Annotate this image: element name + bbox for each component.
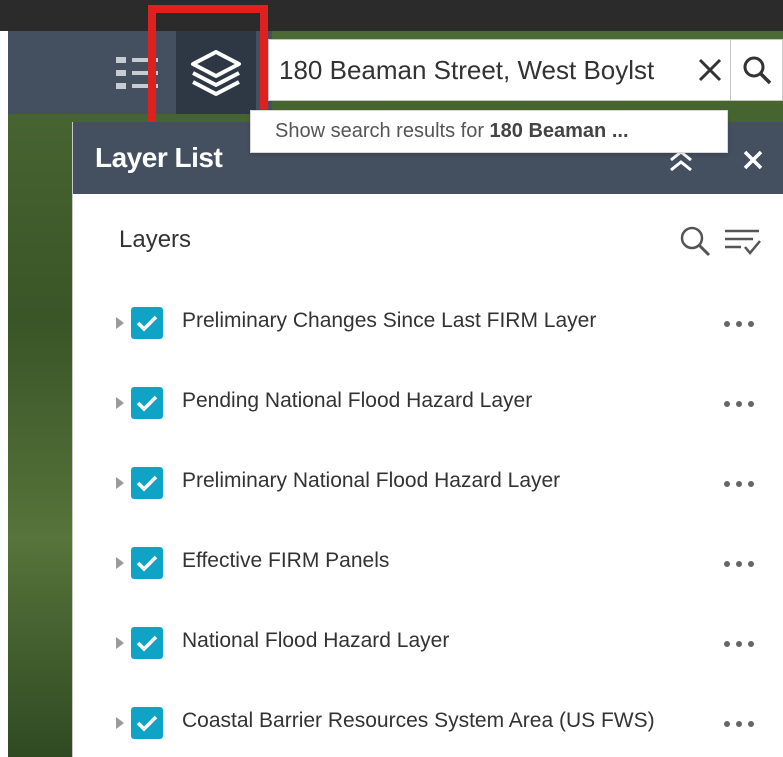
layer-row: National Flood Hazard Layer: [73, 623, 783, 663]
layer-row: Preliminary National Flood Hazard Layer: [73, 463, 783, 503]
layer-name: Preliminary National Flood Hazard Layer: [182, 469, 561, 492]
check-icon: [136, 395, 158, 412]
layer-search-button[interactable]: [679, 225, 711, 257]
layer-list-toggle-button[interactable]: [100, 31, 176, 114]
list-icon: [116, 56, 158, 89]
layer-row: Preliminary Changes Since Last FIRM Laye…: [73, 303, 783, 343]
map-toolbar: [8, 31, 272, 114]
more-icon[interactable]: [721, 555, 757, 573]
layer-checkbox[interactable]: [131, 547, 163, 579]
top-bar: [0, 0, 783, 31]
layer-row: Effective FIRM Panels: [73, 543, 783, 583]
more-icon[interactable]: [721, 395, 757, 413]
expand-arrow-icon[interactable]: [115, 636, 125, 650]
search-icon: [743, 56, 771, 85]
layer-checkbox[interactable]: [131, 307, 163, 339]
suggestion-query: 180 Beaman ...: [489, 120, 629, 142]
layer-row: Pending National Flood Hazard Layer: [73, 383, 783, 423]
layers-heading: Layers: [119, 226, 192, 253]
layer-row: Coastal Barrier Resources System Area (U…: [73, 703, 783, 743]
more-icon[interactable]: [721, 715, 757, 733]
layer-checkbox[interactable]: [131, 387, 163, 419]
layer-checkbox[interactable]: [131, 627, 163, 659]
close-icon: [743, 150, 763, 170]
layer-name: Coastal Barrier Resources System Area (U…: [182, 709, 655, 732]
expand-arrow-icon[interactable]: [115, 476, 125, 490]
more-icon[interactable]: [721, 475, 757, 493]
search-icon: [680, 226, 711, 257]
layer-checkbox[interactable]: [131, 467, 163, 499]
search-input[interactable]: [269, 40, 690, 100]
search-button[interactable]: [731, 39, 783, 101]
check-icon: [136, 635, 158, 652]
layer-name: Effective FIRM Panels: [182, 549, 390, 572]
layer-name: Pending National Flood Hazard Layer: [182, 389, 533, 412]
layer-checkbox[interactable]: [131, 707, 163, 739]
check-icon: [136, 475, 158, 492]
left-margin: [0, 0, 8, 757]
check-icon: [136, 715, 158, 732]
layers-icon: [191, 49, 241, 96]
more-icon[interactable]: [721, 315, 757, 333]
expand-arrow-icon[interactable]: [115, 316, 125, 330]
layers-button[interactable]: [176, 31, 256, 114]
expand-arrow-icon[interactable]: [115, 556, 125, 570]
check-icon: [136, 315, 158, 332]
close-panel-button[interactable]: [741, 148, 765, 172]
layer-list-panel: Layer List Layers Preliminary Changes Si…: [72, 122, 783, 757]
more-icon[interactable]: [721, 635, 757, 653]
layer-name: Preliminary Changes Since Last FIRM Laye…: [182, 309, 597, 332]
expand-arrow-icon[interactable]: [115, 396, 125, 410]
check-icon: [136, 555, 158, 572]
layer-name: National Flood Hazard Layer: [182, 629, 450, 652]
search-suggestion[interactable]: Show search results for 180 Beaman ...: [250, 110, 728, 153]
expand-arrow-icon[interactable]: [115, 716, 125, 730]
layer-filter-button[interactable]: [723, 225, 763, 257]
panel-title: Layer List: [95, 142, 223, 173]
suggestion-prefix: Show search results for: [275, 120, 490, 142]
clear-icon: [698, 58, 722, 82]
filter-icon: [725, 229, 761, 255]
search-box: [268, 39, 731, 101]
clear-search-button[interactable]: [690, 40, 730, 100]
